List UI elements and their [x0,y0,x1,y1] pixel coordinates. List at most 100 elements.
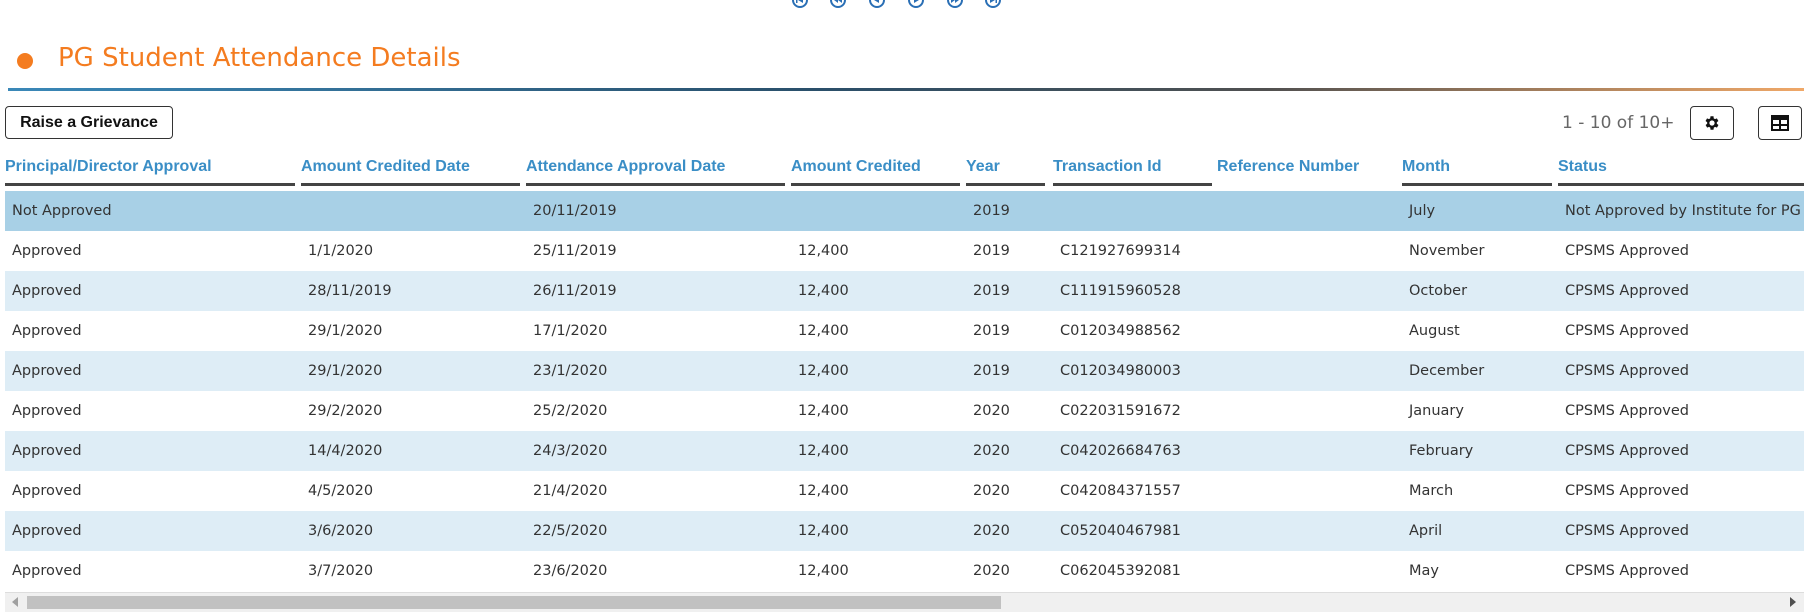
cell-transaction-id: C111915960528 [1060,283,1181,299]
table-body: Not Approved 20/11/2019 2019 July Not Ap… [5,191,1804,591]
cell-principal-approval: Not Approved [12,203,112,219]
cell-month: July [1409,203,1436,219]
horizontal-scrollbar[interactable] [5,592,1804,612]
cell-attendance-approval-date: 26/11/2019 [533,283,617,299]
column-header-year[interactable]: Year [966,152,1045,186]
cell-amount-credited: 12,400 [798,563,849,579]
cell-attendance-approval-date: 22/5/2020 [533,523,608,539]
cell-reference-number [1217,351,1402,391]
cell-year: 2019 [973,243,1010,259]
cell-amount-credited-date: 3/6/2020 [308,523,374,539]
cell-reference-number [1217,391,1402,431]
cell-reference-number [1217,231,1402,271]
cell-status: CPSMS Approved [1565,523,1689,539]
table-row[interactable]: Approved 29/1/2020 17/1/2020 12,400 2019… [5,311,1804,351]
paging-info: 1 - 10 of 10+ [1562,113,1675,133]
column-header-amount-credited-date[interactable]: Amount Credited Date [301,152,520,186]
cell-month: November [1409,243,1485,259]
column-header-transaction-id[interactable]: Transaction Id [1053,152,1212,186]
table-row[interactable]: Approved 14/4/2020 24/3/2020 12,400 2020… [5,431,1804,471]
cell-status: CPSMS Approved [1565,283,1689,299]
column-header-month[interactable]: Month [1402,152,1552,186]
table-row[interactable]: Approved 28/11/2019 26/11/2019 12,400 20… [5,271,1804,311]
table-row[interactable]: Approved 3/7/2020 23/6/2020 12,400 2020 … [5,551,1804,591]
column-header-amount-credited[interactable]: Amount Credited [791,152,960,186]
settings-button[interactable] [1690,106,1734,140]
cell-month: January [1409,403,1464,419]
first-page-icon[interactable] [792,0,808,8]
column-header-status[interactable]: Status [1558,152,1804,186]
cell-amount-credited: 12,400 [798,523,849,539]
raise-grievance-button[interactable]: Raise a Grievance [5,106,173,139]
table-row[interactable]: Approved 29/2/2020 25/2/2020 12,400 2020… [5,391,1804,431]
cell-transaction-id: C062045392081 [1060,563,1181,579]
cell-transaction-id: C012034980003 [1060,363,1181,379]
scroll-right-arrow-icon[interactable] [1790,597,1796,607]
cell-attendance-approval-date: 17/1/2020 [533,323,608,339]
next-page-icon[interactable] [908,0,924,8]
cell-principal-approval: Approved [12,363,82,379]
cell-amount-credited [791,191,966,231]
table-row[interactable]: Approved 4/5/2020 21/4/2020 12,400 2020 … [5,471,1804,511]
cell-reference-number [1217,511,1402,551]
previous-page-icon[interactable] [869,0,885,8]
cell-month: February [1409,443,1474,459]
cell-year: 2020 [973,563,1010,579]
cell-attendance-approval-date: 25/11/2019 [533,243,617,259]
cell-amount-credited-date: 14/4/2020 [308,443,383,459]
cell-status: CPSMS Approved [1565,323,1689,339]
table-row[interactable]: Approved 1/1/2020 25/11/2019 12,400 2019… [5,231,1804,271]
cell-principal-approval: Approved [12,563,82,579]
cell-attendance-approval-date: 24/3/2020 [533,443,608,459]
column-header-attendance-approval-date[interactable]: Attendance Approval Date [526,152,785,186]
column-header-principal-approval[interactable]: Principal/Director Approval [5,152,295,186]
cell-amount-credited-date: 29/1/2020 [308,363,383,379]
cell-year: 2019 [973,283,1010,299]
last-page-icon[interactable] [985,0,1001,8]
bullet-icon [17,53,33,69]
cell-month: August [1409,323,1460,339]
cell-status: CPSMS Approved [1565,563,1689,579]
cell-reference-number [1217,551,1402,591]
cell-reference-number [1217,191,1402,231]
cell-year: 2020 [973,403,1010,419]
cell-year: 2019 [973,203,1010,219]
cell-principal-approval: Approved [12,403,82,419]
cell-principal-approval: Approved [12,523,82,539]
scrollbar-thumb[interactable] [27,596,1001,609]
cell-amount-credited: 12,400 [798,403,849,419]
cell-year: 2019 [973,363,1010,379]
cell-attendance-approval-date: 25/2/2020 [533,403,608,419]
cell-transaction-id: C121927699314 [1060,243,1181,259]
page-header: PG Student Attendance Details [0,40,1804,76]
table-row[interactable]: Not Approved 20/11/2019 2019 July Not Ap… [5,191,1804,231]
table-header: Principal/Director Approval Amount Credi… [5,152,1804,186]
cell-amount-credited-date [301,191,526,231]
cell-year: 2020 [973,483,1010,499]
scroll-left-arrow-icon[interactable] [12,597,18,607]
cell-amount-credited-date: 1/1/2020 [308,243,374,259]
cell-transaction-id: C042026684763 [1060,443,1181,459]
cell-reference-number [1217,311,1402,351]
cell-year: 2020 [973,443,1010,459]
cell-principal-approval: Approved [12,323,82,339]
cell-attendance-approval-date: 23/6/2020 [533,563,608,579]
cell-month: May [1409,563,1439,579]
table-row[interactable]: Approved 3/6/2020 22/5/2020 12,400 2020 … [5,511,1804,551]
cell-amount-credited-date: 28/11/2019 [308,283,392,299]
cell-status: CPSMS Approved [1565,403,1689,419]
cell-amount-credited-date: 29/2/2020 [308,403,383,419]
title-divider [8,88,1804,91]
cell-transaction-id: C012034988562 [1060,323,1181,339]
column-header-reference-number[interactable]: Reference Number [1217,152,1395,186]
cell-amount-credited: 12,400 [798,283,849,299]
cell-transaction-id [1053,191,1217,231]
next-block-icon[interactable] [947,0,963,8]
table-row[interactable]: Approved 29/1/2020 23/1/2020 12,400 2019… [5,351,1804,391]
cell-amount-credited: 12,400 [798,443,849,459]
cell-status: CPSMS Approved [1565,243,1689,259]
previous-block-icon[interactable] [830,0,846,8]
column-chooser-button[interactable] [1758,106,1802,140]
cell-status: CPSMS Approved [1565,483,1689,499]
cell-status: Not Approved by Institute for PG [1565,203,1801,219]
